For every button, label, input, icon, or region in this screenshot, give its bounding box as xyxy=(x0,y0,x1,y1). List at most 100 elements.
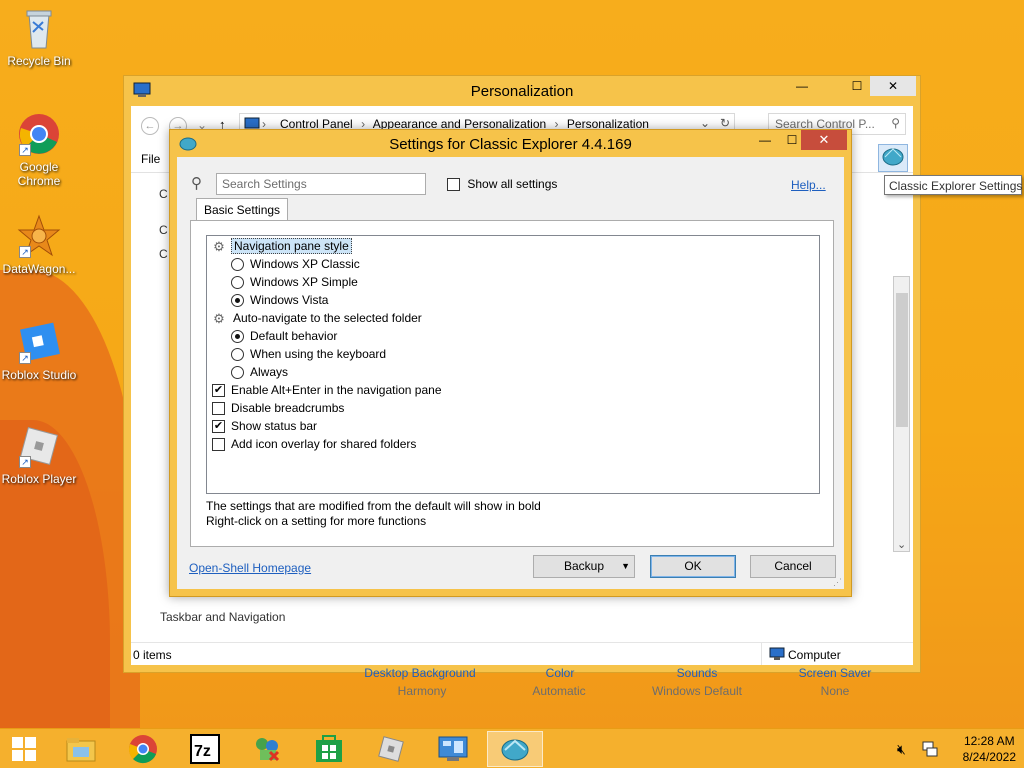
radio-button[interactable] xyxy=(231,276,244,290)
setting-checkbox[interactable]: ✔ Enable Alt+Enter in the navigation pane xyxy=(212,381,442,399)
desktop-icon-datawagon[interactable]: ↗ DataWagon... xyxy=(0,214,78,276)
checkbox-box[interactable]: ✔ xyxy=(212,420,225,434)
taskbar-control-panel[interactable] xyxy=(425,731,481,767)
scroll-down-icon[interactable]: ⌄ xyxy=(897,538,906,551)
roblox-icon xyxy=(378,736,404,762)
setting-group[interactable]: ⚙ Auto-navigate to the selected folder xyxy=(211,309,422,327)
taskbar-roblox[interactable] xyxy=(363,731,419,767)
setting-label: Auto-navigate to the selected folder xyxy=(233,311,422,325)
radio-button[interactable] xyxy=(231,348,244,362)
setting-radio-option[interactable]: When using the keyboard xyxy=(231,345,386,363)
settings-tree[interactable]: ⚙ Navigation pane style Windows XP Classic… xyxy=(206,235,820,494)
file-menu[interactable]: File xyxy=(141,152,160,166)
sounds-value: Windows Default xyxy=(651,684,743,698)
ok-button[interactable]: OK xyxy=(650,555,736,578)
setting-radio-option[interactable]: Always xyxy=(231,363,288,381)
backup-button[interactable]: Backup ▼ xyxy=(533,555,635,578)
setting-group[interactable]: ⚙ Navigation pane style xyxy=(211,237,352,255)
sounds-link[interactable]: Sounds xyxy=(627,666,767,680)
back-button[interactable]: ← xyxy=(141,117,159,135)
refresh-icon[interactable]: ↻ xyxy=(720,116,730,130)
desktop-icon-roblox-player[interactable]: ↗ Roblox Player xyxy=(0,424,78,486)
network-tray-icon[interactable] xyxy=(921,740,939,761)
bold-note: The settings that are modified from the … xyxy=(206,499,541,513)
screen-saver-link[interactable]: Screen Saver xyxy=(765,666,905,680)
help-link[interactable]: Help... xyxy=(791,178,826,192)
desktop-background-value: Harmony xyxy=(397,684,447,698)
open-shell-homepage-link[interactable]: Open-Shell Homepage xyxy=(189,561,311,575)
file-explorer-icon xyxy=(66,738,96,762)
checkbox-box[interactable] xyxy=(212,402,225,416)
classic-shell-icon xyxy=(501,739,529,761)
settings-gear-icon: ⚙ xyxy=(213,310,225,326)
taskbar-file-explorer[interactable] xyxy=(53,731,109,767)
radio-button[interactable] xyxy=(231,294,244,308)
maximize-button[interactable]: ☐ xyxy=(842,76,872,96)
desktop-icon-roblox-studio[interactable]: ↗ Roblox Studio xyxy=(0,320,78,382)
roblox-player-icon: ↗ xyxy=(17,424,61,468)
setting-checkbox[interactable]: Add icon overlay for shared folders xyxy=(212,435,416,453)
radio-button[interactable] xyxy=(231,330,244,344)
radio-button[interactable] xyxy=(231,366,244,380)
taskbar-navigation-link[interactable]: Taskbar and Navigation xyxy=(160,610,285,624)
dialog-body: ⚲ Search Settings Show all settings Help… xyxy=(177,157,844,589)
tooltip: Classic Explorer Settings xyxy=(884,175,1022,195)
title-bar[interactable]: Personalization — ☐ ✕ xyxy=(124,76,920,106)
minimize-button[interactable]: — xyxy=(750,130,780,150)
settings-search-input[interactable]: Search Settings xyxy=(216,173,426,195)
7zip-icon: 7z xyxy=(190,734,220,764)
resize-grip-icon[interactable]: ⋰ xyxy=(833,577,842,588)
start-button[interactable] xyxy=(0,731,48,767)
location-label: Computer xyxy=(788,648,841,662)
computer-icon xyxy=(769,647,785,664)
dropdown-arrow-icon: ▼ xyxy=(621,561,630,571)
setting-radio-option[interactable]: Windows XP Simple xyxy=(231,273,358,291)
desktop-icon-chrome[interactable]: ↗ Google Chrome xyxy=(0,112,78,188)
close-button[interactable]: ✕ xyxy=(870,76,916,96)
recycle-bin-icon xyxy=(17,6,61,50)
taskbar-store[interactable] xyxy=(301,731,357,767)
color-link[interactable]: Color xyxy=(490,666,630,680)
volume-muted-icon[interactable]: 🔇︎ xyxy=(897,741,906,758)
setting-label: Show status bar xyxy=(231,419,318,433)
settings-gear-icon: ⚙ xyxy=(213,238,225,254)
dialog-title-bar[interactable]: Settings for Classic Explorer 4.4.169 — … xyxy=(170,130,851,157)
clock[interactable]: 12:28 AM 8/24/2022 xyxy=(963,733,1016,765)
svg-text:7z: 7z xyxy=(194,743,211,760)
clock-time: 12:28 AM xyxy=(963,734,1015,748)
setting-radio-option[interactable]: Windows Vista xyxy=(231,291,328,309)
tab-basic-settings[interactable]: Basic Settings xyxy=(196,198,289,221)
desktop-icon-recycle-bin[interactable]: Recycle Bin xyxy=(0,6,78,68)
left-nav-text: C xyxy=(159,187,168,201)
windows-logo-icon xyxy=(12,737,36,761)
chevron-down-icon[interactable]: ⌄ xyxy=(700,116,710,130)
taskbar-network-app[interactable] xyxy=(239,731,295,767)
classic-explorer-settings-button[interactable] xyxy=(878,144,908,172)
setting-label: When using the keyboard xyxy=(250,347,387,361)
radio-button[interactable] xyxy=(231,258,244,272)
show-all-settings-checkbox[interactable]: Show all settings xyxy=(447,177,557,192)
setting-label: Windows Vista xyxy=(250,293,329,307)
minimize-button[interactable]: — xyxy=(787,76,817,96)
taskbar-chrome[interactable] xyxy=(115,731,171,767)
checkbox-box[interactable] xyxy=(212,438,225,452)
scrollbar-thumb[interactable] xyxy=(896,293,908,427)
setting-radio-option[interactable]: Default behavior xyxy=(231,327,337,345)
taskbar-7zip[interactable]: 7z xyxy=(177,731,233,767)
vertical-scrollbar[interactable]: ⌄ xyxy=(893,276,910,552)
close-button[interactable]: ✕ xyxy=(801,130,847,150)
checkbox-box[interactable]: ✔ xyxy=(212,384,225,398)
setting-radio-option[interactable]: Windows XP Classic xyxy=(231,255,360,273)
taskbar-classic-shell[interactable] xyxy=(487,731,543,767)
setting-label: Disable breadcrumbs xyxy=(231,401,345,415)
setting-checkbox[interactable]: ✔ Show status bar xyxy=(212,417,317,435)
chrome-icon xyxy=(128,735,157,764)
settings-panel: ⚙ Navigation pane style Windows XP Classic… xyxy=(190,220,834,547)
setting-label: Windows XP Simple xyxy=(250,275,358,289)
cancel-button[interactable]: Cancel xyxy=(750,555,836,578)
desktop-background-link[interactable]: Desktop Background xyxy=(350,666,490,680)
checkbox-box[interactable] xyxy=(447,178,460,192)
shortcut-arrow-icon: ↗ xyxy=(19,352,31,364)
setting-checkbox[interactable]: Disable breadcrumbs xyxy=(212,399,344,417)
desktop-icon-label: Recycle Bin xyxy=(7,54,71,68)
